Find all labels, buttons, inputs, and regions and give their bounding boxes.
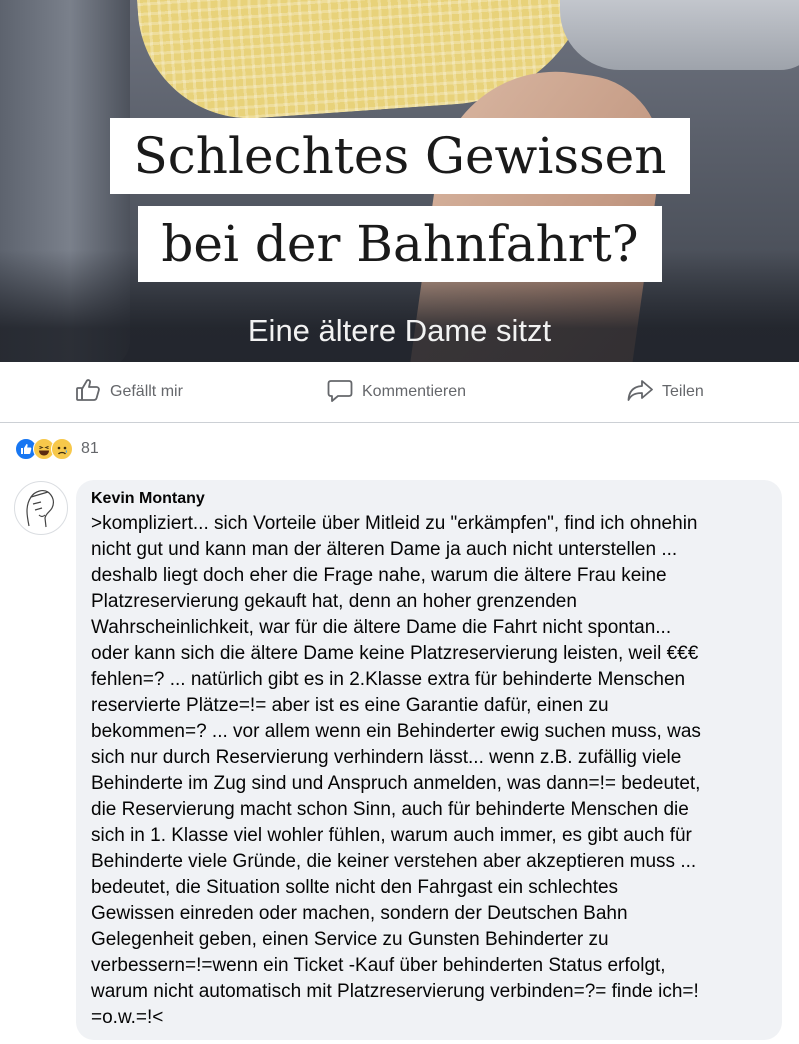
comment-button[interactable]: Kommentieren xyxy=(326,362,466,422)
share-label: Teilen xyxy=(662,383,704,400)
share-button[interactable]: Teilen xyxy=(626,362,704,422)
comment-text: >kompliziert... sich Vorteile über Mitle… xyxy=(91,513,701,1028)
post-action-bar: Gefällt mir Kommentieren Teilen xyxy=(0,362,799,423)
post-image[interactable]: Schlechtes Gewissen bei der Bahnfahrt? E… xyxy=(0,0,799,362)
comment-author[interactable]: Kevin Montany xyxy=(91,490,768,508)
like-label: Gefällt mir xyxy=(110,383,183,400)
image-headline-line2: bei der Bahnfahrt? xyxy=(138,206,662,282)
thumbs-up-icon xyxy=(74,376,102,409)
reactions-summary[interactable]: 81 xyxy=(15,438,99,460)
like-button[interactable]: Gefällt mir xyxy=(74,362,183,422)
share-arrow-icon xyxy=(626,376,654,409)
image-subline: Eine ältere Dame sitzt xyxy=(247,313,552,348)
speech-bubble-icon xyxy=(326,376,354,409)
comment-label: Kommentieren xyxy=(362,383,467,400)
arm-graphic xyxy=(560,0,799,70)
reaction-count: 81 xyxy=(81,440,99,457)
avatar[interactable] xyxy=(14,481,68,535)
comment-bubble: Kevin Montany >kompliziert... sich Vorte… xyxy=(76,480,782,1040)
sad-icon xyxy=(51,438,73,460)
image-headline-line1: Schlechtes Gewissen xyxy=(110,118,690,194)
